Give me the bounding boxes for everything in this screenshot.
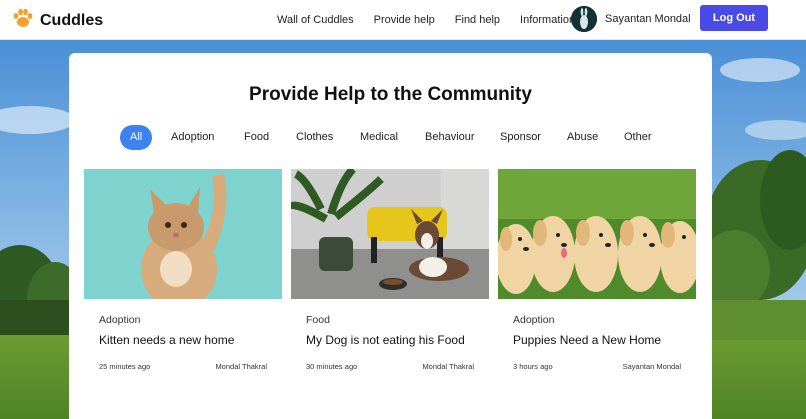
post-card[interactable]: Adoption Kitten needs a new home 25 minu… <box>84 169 282 399</box>
post-title[interactable]: Puppies Need a New Home <box>513 333 661 347</box>
post-timestamp: 25 minutes ago <box>99 362 151 371</box>
post-author: Mondal Thakral <box>422 362 474 371</box>
avatar[interactable] <box>571 6 597 32</box>
post-card[interactable]: Food My Dog is not eating his Food 30 mi… <box>291 169 489 399</box>
filter-abuse[interactable]: Abuse <box>567 125 598 150</box>
top-navbar: Cuddles Wall of Cuddles Provide help Fin… <box>0 0 806 40</box>
provide-help-panel: Provide Help to the Community All Adopti… <box>69 53 712 419</box>
filter-clothes[interactable]: Clothes <box>296 125 333 150</box>
post-timestamp: 30 minutes ago <box>306 362 358 371</box>
filter-behaviour[interactable]: Behaviour <box>425 125 475 150</box>
main-nav: Wall of Cuddles Provide help Find help I… <box>277 0 595 40</box>
nav-link-find-help[interactable]: Find help <box>455 14 500 26</box>
filter-sponsor[interactable]: Sponsor <box>500 125 541 150</box>
filter-all[interactable]: All <box>120 125 153 150</box>
nav-link-information[interactable]: Information <box>520 14 575 26</box>
brand-name: Cuddles <box>40 11 104 29</box>
post-timestamp: 3 hours ago <box>513 362 553 371</box>
nav-link-provide-help[interactable]: Provide help <box>374 14 435 26</box>
puppies-photo[interactable] <box>498 169 696 299</box>
user-profile[interactable]: Sayantan Mondal <box>571 6 691 32</box>
post-author: Mondal Thakral <box>215 362 267 371</box>
paw-icon <box>12 8 34 33</box>
post-category: Adoption <box>513 314 555 326</box>
kitten-photo[interactable] <box>84 169 282 299</box>
post-title[interactable]: My Dog is not eating his Food <box>306 333 465 347</box>
brand-logo[interactable]: Cuddles <box>12 8 103 33</box>
page-title: Provide Help to the Community <box>249 84 532 105</box>
dog-photo[interactable] <box>291 169 489 299</box>
user-name: Sayantan Mondal <box>605 13 691 25</box>
nav-link-wall-of-cuddles[interactable]: Wall of Cuddles <box>277 14 354 26</box>
logout-button[interactable]: Log Out <box>700 5 768 31</box>
filter-food[interactable]: Food <box>244 125 269 150</box>
filter-other[interactable]: Other <box>624 125 652 150</box>
post-title[interactable]: Kitten needs a new home <box>99 333 234 347</box>
filter-adoption[interactable]: Adoption <box>171 125 214 150</box>
post-author: Sayantan Mondal <box>622 362 681 371</box>
post-category: Adoption <box>99 314 141 326</box>
filter-medical[interactable]: Medical <box>360 125 398 150</box>
post-card[interactable]: Adoption Puppies Need a New Home 3 hours… <box>498 169 696 399</box>
post-category: Food <box>306 314 330 326</box>
